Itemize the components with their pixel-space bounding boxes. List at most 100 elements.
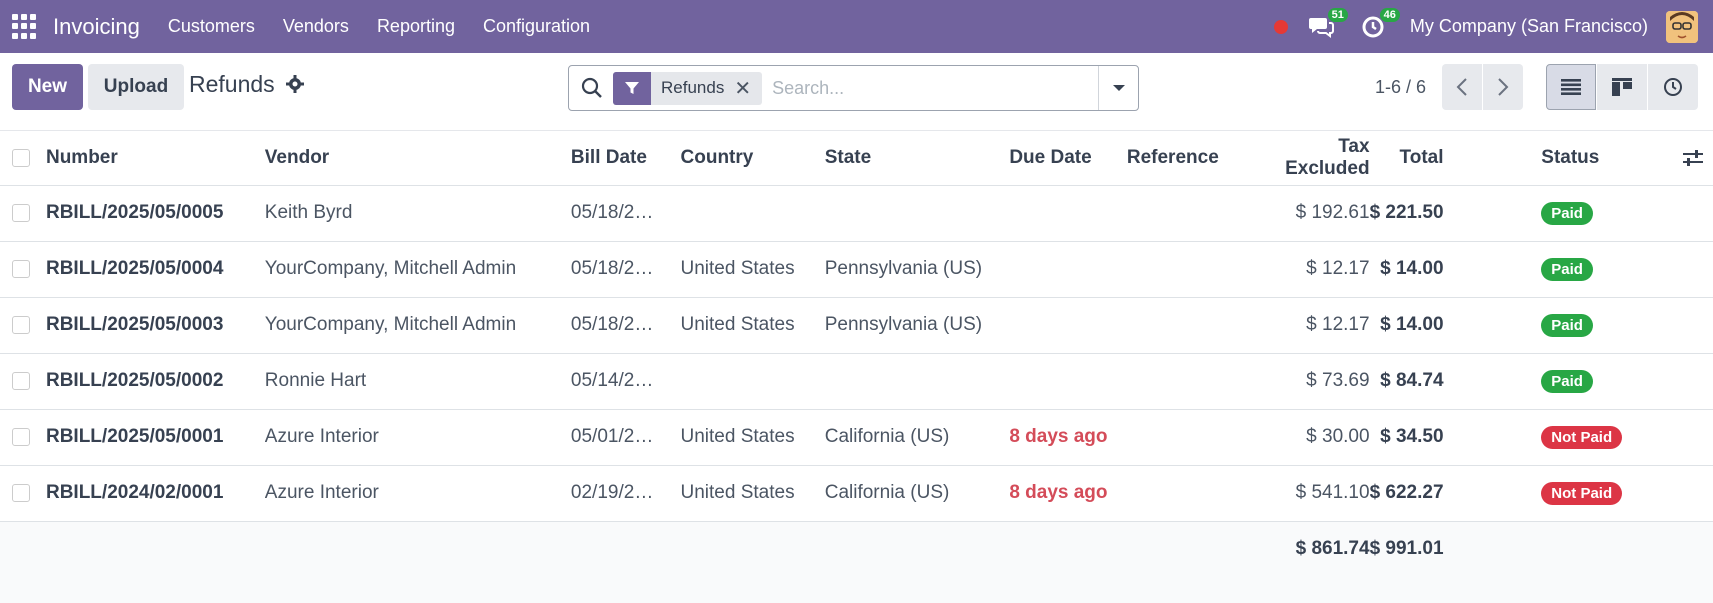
pager-value[interactable]: 1-6 / 6 (1375, 77, 1426, 98)
totals-row: $ 861.74 $ 991.01 (0, 521, 1713, 577)
menu-configuration[interactable]: Configuration (469, 16, 604, 37)
table-row[interactable]: RBILL/2025/05/0001 Azure Interior 05/01/… (0, 409, 1713, 466)
pager-next-button[interactable] (1483, 64, 1523, 110)
app-name[interactable]: Invoicing (53, 14, 140, 40)
clock-icon (1664, 78, 1682, 96)
list-view-button[interactable] (1546, 64, 1596, 110)
cell-due-date (1009, 297, 1127, 354)
cell-tax-excluded: $ 12.17 (1249, 241, 1370, 298)
cell-country: United States (680, 241, 825, 298)
activities-count-badge: 46 (1379, 7, 1400, 22)
kanban-view-button[interactable] (1597, 64, 1647, 110)
column-header-country[interactable]: Country (680, 131, 825, 186)
cell-state (824, 353, 1010, 410)
cell-bill-date: 02/19/2… (570, 465, 681, 522)
optional-columns-icon[interactable] (1683, 149, 1703, 167)
column-header-number[interactable]: Number (45, 131, 265, 186)
cell-bill-date: 05/01/2… (570, 409, 681, 466)
column-header-reference[interactable]: Reference (1126, 131, 1250, 186)
activities-button[interactable]: 46 (1358, 7, 1400, 42)
row-checkbox[interactable] (12, 428, 30, 446)
cell-total: $ 14.00 (1369, 241, 1444, 298)
activity-view-button[interactable] (1648, 64, 1698, 110)
kanban-icon (1612, 78, 1632, 96)
cell-reference (1126, 185, 1250, 242)
column-header-vendor[interactable]: Vendor (264, 131, 571, 186)
gear-icon[interactable] (285, 74, 305, 94)
row-checkbox[interactable] (12, 372, 30, 390)
recording-indicator-icon[interactable] (1273, 19, 1288, 34)
row-checkbox[interactable] (12, 204, 30, 222)
cell-due-date (1009, 185, 1127, 242)
upload-button[interactable]: Upload (88, 64, 184, 110)
cell-state (824, 185, 1010, 242)
cell-total: $ 14.00 (1369, 297, 1444, 354)
column-header-bill-date[interactable]: Bill Date (570, 131, 681, 186)
status-badge: Paid (1541, 313, 1593, 337)
control-panel: New Upload Refunds Refunds ✕ 1-6 / 6 (0, 53, 1713, 131)
cell-total: $ 84.74 (1369, 353, 1444, 410)
select-all-checkbox[interactable] (12, 148, 30, 167)
cell-reference (1126, 353, 1250, 410)
cell-number: RBILL/2024/02/0001 (45, 465, 265, 522)
cell-country: United States (680, 409, 825, 466)
cell-due-date (1009, 241, 1127, 298)
cell-total: $ 622.27 (1369, 465, 1444, 522)
status-badge: Paid (1541, 369, 1593, 393)
total-amount: $ 991.01 (1369, 521, 1444, 577)
table-row[interactable]: RBILL/2025/05/0005 Keith Byrd 05/18/2… $… (0, 185, 1713, 242)
status-badge: Not Paid (1541, 425, 1623, 449)
caret-down-icon (1112, 85, 1125, 91)
cell-vendor: YourCompany, Mitchell Admin (264, 297, 571, 354)
column-header-due-date[interactable]: Due Date (1009, 131, 1127, 186)
menu-customers[interactable]: Customers (154, 16, 269, 37)
column-header-total[interactable]: Total (1369, 131, 1444, 186)
messages-button[interactable]: 51 (1306, 7, 1348, 42)
cell-vendor: Keith Byrd (264, 185, 571, 242)
table-row[interactable]: RBILL/2025/05/0002 Ronnie Hart 05/14/2… … (0, 353, 1713, 410)
cell-bill-date: 05/18/2… (570, 297, 681, 354)
table-row[interactable]: RBILL/2025/05/0004 YourCompany, Mitchell… (0, 241, 1713, 298)
cell-state: Pennsylvania (US) (824, 297, 1010, 354)
search-input[interactable] (772, 77, 1073, 99)
cell-country (680, 185, 825, 242)
new-button[interactable]: New (12, 64, 83, 110)
menu-vendors[interactable]: Vendors (269, 16, 363, 37)
pager-previous-button[interactable] (1442, 64, 1482, 110)
company-switcher[interactable]: My Company (San Francisco) (1410, 16, 1648, 37)
row-checkbox[interactable] (12, 484, 30, 502)
table-row[interactable]: RBILL/2024/02/0001 Azure Interior 02/19/… (0, 465, 1713, 522)
cell-number: RBILL/2025/05/0001 (45, 409, 265, 466)
column-header-state[interactable]: State (824, 131, 1010, 186)
cell-tax-excluded: $ 12.17 (1249, 297, 1370, 354)
cell-country: United States (680, 297, 825, 354)
cell-vendor: Azure Interior (264, 465, 571, 522)
cell-due-date: 8 days ago (1009, 465, 1127, 522)
cell-vendor: Ronnie Hart (264, 353, 571, 410)
user-avatar[interactable] (1666, 10, 1698, 43)
refunds-table: Number Vendor Bill Date Country State Du… (0, 131, 1713, 577)
list-icon (1561, 79, 1581, 95)
status-badge: Paid (1541, 201, 1593, 225)
table-row[interactable]: RBILL/2025/05/0003 YourCompany, Mitchell… (0, 297, 1713, 354)
cell-tax-excluded: $ 192.61 (1249, 185, 1370, 242)
row-checkbox[interactable] (12, 316, 30, 334)
search-options-toggle[interactable] (1098, 66, 1138, 110)
menu-reporting[interactable]: Reporting (363, 16, 469, 37)
search-icon[interactable] (581, 77, 603, 99)
chevron-left-icon (1456, 78, 1467, 96)
cell-tax-excluded: $ 30.00 (1249, 409, 1370, 466)
row-checkbox[interactable] (12, 260, 30, 278)
column-header-tax-excluded[interactable]: Tax Excluded (1249, 131, 1370, 186)
column-header-status[interactable]: Status (1541, 131, 1713, 186)
cell-reference (1126, 465, 1250, 522)
cell-total: $ 221.50 (1369, 185, 1444, 242)
messages-count-badge: 51 (1327, 7, 1348, 22)
search-bar: Refunds ✕ (568, 65, 1139, 111)
cell-due-date (1009, 353, 1127, 410)
remove-facet-icon[interactable]: ✕ (734, 76, 762, 101)
cell-country (680, 353, 825, 410)
apps-menu-icon[interactable] (12, 13, 38, 40)
search-facet: Refunds ✕ (613, 71, 763, 105)
cell-tax-excluded: $ 541.10 (1249, 465, 1370, 522)
